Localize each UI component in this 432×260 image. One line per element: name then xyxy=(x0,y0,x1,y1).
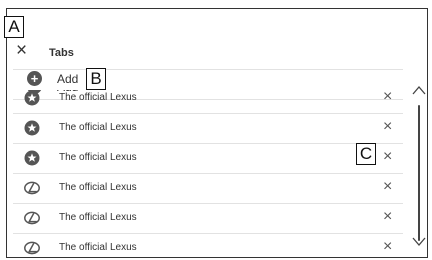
callout-a: A xyxy=(4,16,24,38)
list-item[interactable]: The official Lexus × xyxy=(7,173,407,203)
plus-circle-icon: + xyxy=(27,71,42,86)
list-item-label: The official Lexus xyxy=(59,242,137,253)
list-item[interactable]: The official Lexus × xyxy=(7,143,407,173)
tabs-screen: × Tabs + Add The official Lexus × The of… xyxy=(6,8,428,258)
list-item-label: The official Lexus xyxy=(59,92,137,103)
star-circle-icon xyxy=(24,120,40,136)
lexus-logo-icon xyxy=(24,241,40,255)
remove-tab-button[interactable]: × xyxy=(383,88,392,106)
scroll-up-icon[interactable] xyxy=(412,85,426,95)
remove-tab-button[interactable]: × xyxy=(383,178,392,196)
scroll-down-icon[interactable] xyxy=(412,237,426,247)
add-label: Add xyxy=(57,71,79,86)
list-item[interactable]: The official Lexus × xyxy=(7,203,407,233)
list-item[interactable]: The official Lexus × xyxy=(7,233,407,257)
remove-tab-button[interactable]: × xyxy=(383,148,392,166)
list-item-label: The official Lexus xyxy=(59,152,137,163)
scrollbar-thumb[interactable] xyxy=(418,105,420,241)
add-button[interactable]: + Add xyxy=(27,71,78,86)
callout-b: B xyxy=(86,68,106,90)
lexus-logo-icon xyxy=(24,181,40,195)
list-item-label: The official Lexus xyxy=(59,122,137,133)
remove-tab-button[interactable]: × xyxy=(383,208,392,226)
star-circle-icon xyxy=(24,90,40,106)
star-circle-icon xyxy=(24,150,40,166)
close-button[interactable]: × xyxy=(16,41,27,60)
list-item-label: The official Lexus xyxy=(59,182,137,193)
remove-tab-button[interactable]: × xyxy=(383,238,392,256)
remove-tab-button[interactable]: × xyxy=(383,118,392,136)
list-item[interactable]: The official Lexus × xyxy=(7,113,407,143)
lexus-logo-icon xyxy=(24,211,40,225)
list-item-label: The official Lexus xyxy=(59,212,137,223)
callout-c: C xyxy=(356,143,376,165)
page-title: Tabs xyxy=(49,47,74,59)
